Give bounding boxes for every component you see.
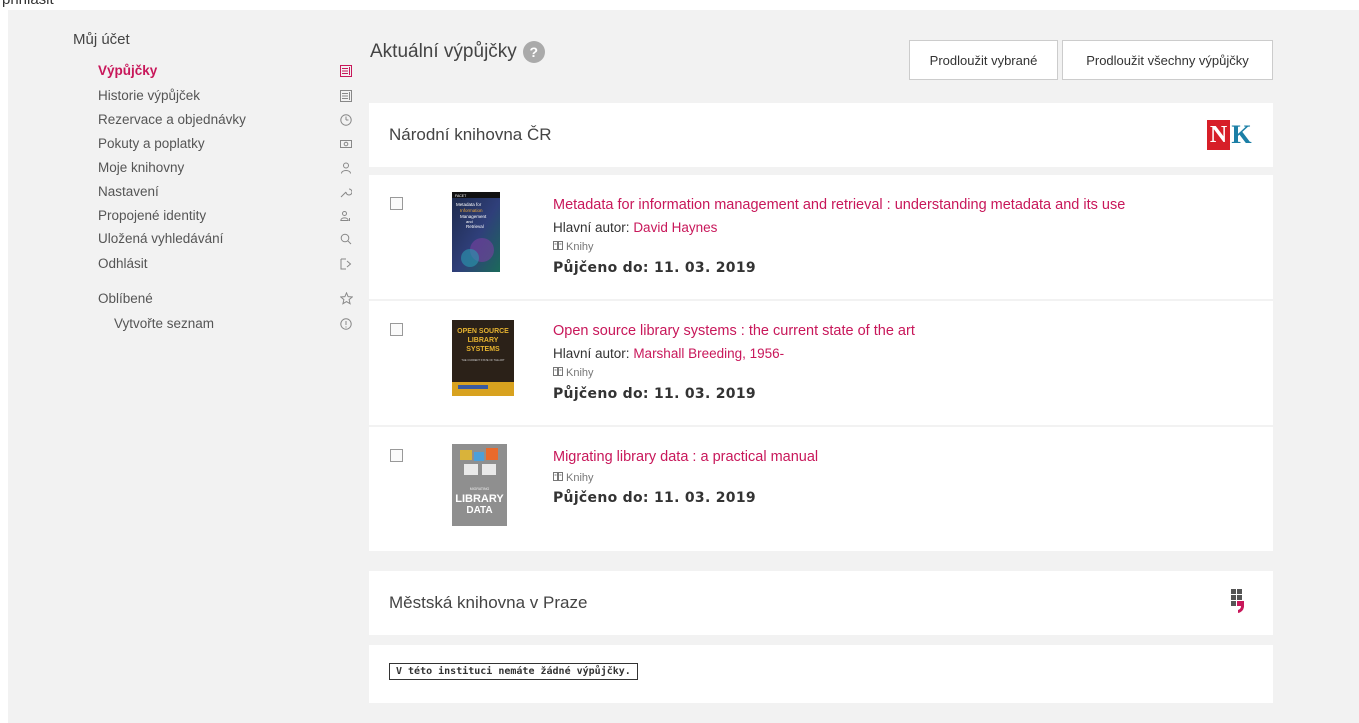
cover-line: DATA — [466, 505, 492, 516]
library-name: Městská knihovna v Praze — [389, 593, 588, 612]
library-name: Národní knihovna ČR — [389, 125, 552, 144]
cover-line: SYSTEMS — [466, 346, 500, 353]
nk-logo: N K — [1207, 120, 1253, 150]
library-card-header: Městská knihovna v Praze — [369, 571, 1273, 635]
list-item: MIGRATING LIBRARY DATA Migrating library… — [369, 427, 1273, 551]
help-icon[interactable]: ? — [522, 41, 545, 63]
sidebar-item-fines[interactable]: Pokuty a poplatky — [98, 132, 353, 155]
cover-line: THE CURRENT STATE OF THE ART — [461, 358, 505, 362]
no-loans-message: V této instituci nemáte žádné výpůjčky. — [389, 663, 638, 680]
sidebar-item-label: Pokuty a poplatky — [98, 136, 205, 151]
sidebar-item-my-libraries[interactable]: Moje knihovny — [98, 156, 353, 179]
cover-line: Metadata for — [456, 202, 482, 207]
item-format: Knihy — [553, 367, 594, 379]
sidebar-item-label: Odhlásit — [98, 256, 148, 271]
book-icon — [553, 472, 563, 484]
sidebar-item-saved-searches[interactable]: Uložená vyhledávání — [98, 227, 353, 250]
page-title: Aktuální výpůjčky ? — [370, 41, 545, 63]
library-header: Městská knihovna v Praze — [369, 571, 1273, 635]
book-cover[interactable]: FACET Metadata for Information Managemen… — [452, 192, 500, 277]
sidebar-item-label: Uložená vyhledávání — [98, 231, 224, 246]
sidebar-item-logout[interactable]: Odhlásit — [98, 252, 353, 275]
book-icon — [553, 367, 563, 379]
cover-line: Information — [460, 208, 483, 213]
sidebar-item-create-list[interactable]: Vytvořte seznam — [114, 312, 353, 335]
page-title-text: Aktuální výpůjčky — [370, 41, 517, 62]
money-icon — [339, 137, 353, 151]
star-icon — [339, 292, 353, 306]
sidebar-item-favorites[interactable]: Oblíbené — [98, 287, 353, 310]
item-checkbox[interactable] — [390, 449, 403, 462]
clock-icon — [339, 113, 353, 127]
sidebar-item-linked-identities[interactable]: Propojené identity — [98, 204, 353, 227]
nk-logo-n: N — [1207, 120, 1230, 150]
sidebar-item-label: Oblíbené — [98, 291, 153, 306]
sidebar-item-label: Výpůjčky — [98, 63, 158, 78]
item-checkbox[interactable] — [390, 323, 403, 336]
top-strip: přihlásit — [0, 0, 1359, 10]
sidebar-item-reservations[interactable]: Rezervace a objednávky — [98, 108, 353, 131]
sidebar-item-loans[interactable]: Výpůjčky — [98, 59, 353, 82]
library-card-header: Národní knihovna ČR N K — [369, 103, 1273, 167]
page: Můj účet Výpůjčky Historie výpůjček Reze… — [8, 10, 1359, 723]
item-format: Knihy — [553, 241, 594, 253]
sidebar-item-label: Rezervace a objednávky — [98, 112, 246, 127]
item-title-link[interactable]: Open source library systems : the curren… — [553, 323, 915, 339]
list-icon — [339, 64, 353, 78]
user-icon — [339, 161, 353, 175]
cover-line: Management — [460, 214, 487, 219]
book-cover[interactable]: MIGRATING LIBRARY DATA — [452, 444, 507, 531]
top-cut-text: přihlásit — [2, 0, 54, 8]
format-label: Knihy — [566, 241, 594, 253]
format-label: Knihy — [566, 367, 594, 379]
sidebar-item-settings[interactable]: Nastavení — [98, 180, 353, 203]
sidebar-item-label: Nastavení — [98, 184, 159, 199]
due-date: Půjčeno do: 11. 03. 2019 — [553, 490, 756, 506]
cover-line: Retrieval — [466, 224, 484, 229]
users-icon — [339, 209, 353, 223]
author-link[interactable]: Marshall Breeding, 1956- — [633, 346, 784, 361]
library-header: Národní knihovna ČR N K — [369, 103, 1273, 167]
item-title-link[interactable]: Migrating library data : a practical man… — [553, 449, 818, 465]
cover-line: OPEN SOURCE — [457, 328, 509, 335]
book-icon — [553, 241, 563, 253]
item-author: Hlavní autor: Marshall Breeding, 1956- — [553, 346, 784, 361]
sidebar-title: Můj účet — [73, 31, 130, 48]
cover-line: LIBRARY — [468, 337, 499, 344]
library-empty-body: V této instituci nemáte žádné výpůjčky. — [369, 645, 1273, 703]
cover-brand: FACET — [455, 194, 467, 198]
sidebar-item-label: Moje knihovny — [98, 160, 185, 175]
list-icon — [339, 89, 353, 103]
logout-icon — [339, 257, 353, 271]
item-format: Knihy — [553, 472, 594, 484]
list-item: FACET Metadata for Information Managemen… — [369, 175, 1273, 299]
item-author: Hlavní autor: David Haynes — [553, 220, 717, 235]
search-icon — [339, 232, 353, 246]
info-icon — [339, 317, 353, 331]
wrench-icon — [339, 185, 353, 199]
book-cover[interactable]: OPEN SOURCE LIBRARY SYSTEMS THE CURRENT … — [452, 320, 514, 401]
author-label: Hlavní autor: — [553, 220, 630, 235]
sidebar: Můj účet Výpůjčky Historie výpůjček Reze… — [8, 10, 360, 723]
nk-logo-k: K — [1230, 120, 1253, 150]
sidebar-item-label: Historie výpůjček — [98, 88, 201, 103]
sidebar-item-history[interactable]: Historie výpůjček — [98, 84, 353, 107]
renew-selected-button[interactable]: Prodloužit vybrané — [909, 40, 1058, 80]
due-date: Půjčeno do: 11. 03. 2019 — [553, 386, 756, 402]
renew-all-button[interactable]: Prodloužit všechny výpůjčky — [1062, 40, 1273, 80]
mkp-logo-icon — [1231, 588, 1253, 618]
author-link[interactable]: David Haynes — [633, 220, 717, 235]
cover-line: MIGRATING — [470, 487, 490, 491]
author-label: Hlavní autor: — [553, 346, 630, 361]
due-date: Půjčeno do: 11. 03. 2019 — [553, 260, 756, 276]
item-checkbox[interactable] — [390, 197, 403, 210]
cover-line: LIBRARY — [455, 493, 504, 505]
list-item: OPEN SOURCE LIBRARY SYSTEMS THE CURRENT … — [369, 301, 1273, 425]
sidebar-item-label: Propojené identity — [98, 208, 207, 223]
format-label: Knihy — [566, 472, 594, 484]
sidebar-item-label: Vytvořte seznam — [114, 316, 215, 331]
item-title-link[interactable]: Metadata for information management and … — [553, 197, 1125, 213]
